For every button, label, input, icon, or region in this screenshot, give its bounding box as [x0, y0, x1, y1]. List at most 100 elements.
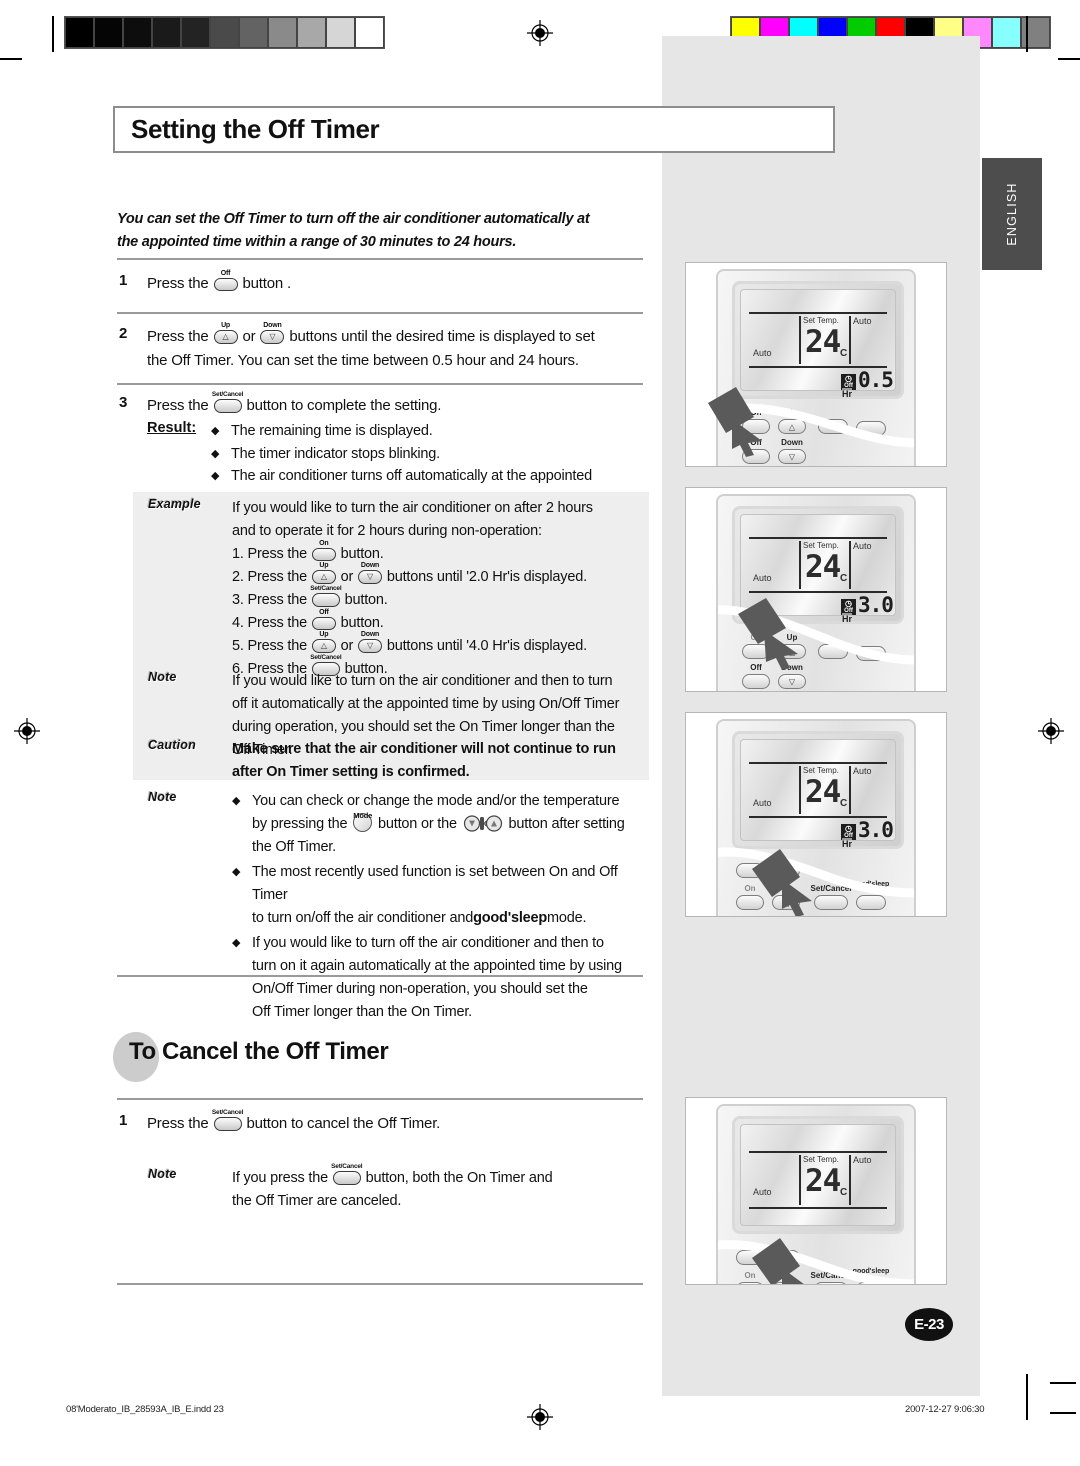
- color-swatch: [210, 17, 239, 48]
- divider-1: [117, 258, 643, 260]
- cancel-note-line-1: If you press the Set/Cancel button, both…: [232, 1163, 553, 1186]
- lcd-3-temp: 24: [805, 774, 841, 810]
- step-2-line-2: the Off Timer. You can set the time betw…: [147, 352, 579, 369]
- lcd-1-temp: 24: [805, 324, 841, 360]
- top-button-4a[interactable]: [736, 1250, 764, 1265]
- cancel-step-1: 1 Press the Set/Cancel button to cancel …: [119, 1109, 639, 1136]
- crop-tick-right-low: [1058, 58, 1080, 60]
- color-swatch: [123, 17, 152, 48]
- remote-control-3: Set Temp. Auto Auto 24 C ◷ Off 3.0 Hr On …: [716, 719, 916, 916]
- on-button-1[interactable]: On: [742, 408, 770, 434]
- example-item-1: 1. Press the On button.: [232, 540, 384, 562]
- lcd-3-auto-left: Auto: [753, 798, 772, 808]
- remote-control-4: Set Temp. Auto Auto 24 C On △ Set/Cancel…: [716, 1104, 916, 1284]
- lcd-1-timer: ◷ Off 0.5 Hr: [841, 370, 894, 399]
- off-button-icon: Off: [213, 270, 238, 291]
- good-sleep-button-3[interactable]: good'sleep: [853, 881, 889, 910]
- step-1-post: button .: [242, 275, 292, 292]
- off-button-2[interactable]: Off: [742, 663, 770, 689]
- step-2: 2 Press the Up △ or Down ▽ buttons until…: [119, 322, 649, 373]
- example-item-4: 4. Press the Off button.: [232, 609, 384, 631]
- example-item-5: 5. Press the Up △ or Down ▽ buttons until …: [232, 631, 587, 654]
- example-tag: Example: [148, 497, 201, 511]
- top-button-3a[interactable]: [736, 863, 764, 878]
- result-item: ◆ The remaining time is displayed.: [211, 420, 592, 443]
- diamond-bullet-icon: ◆: [211, 470, 220, 482]
- cancel-step-post: button to cancel the Off Timer.: [246, 1115, 441, 1132]
- crop-tick-right-b: [1050, 1412, 1076, 1414]
- color-swatch: [65, 17, 94, 48]
- up-button-2[interactable]: Up △: [778, 633, 806, 659]
- up-button-4[interactable]: △: [772, 1282, 800, 1284]
- color-swatch: [239, 17, 268, 48]
- diamond-bullet-icon: ◆: [232, 795, 241, 807]
- color-swatch: [326, 17, 355, 48]
- language-tab: ENGLISH: [982, 158, 1042, 270]
- crop-tick-right-a: [1050, 1382, 1076, 1384]
- top-button-3b[interactable]: [772, 863, 800, 878]
- off-button-icon: Off: [311, 609, 336, 630]
- set-cancel-button-icon: Set/Cancel: [331, 1163, 363, 1185]
- step-3-pre: Press the: [147, 397, 209, 414]
- extra-button-2a[interactable]: [818, 644, 848, 659]
- step-2-number: 2: [119, 325, 128, 342]
- color-swatch: [268, 17, 297, 48]
- intro-line-2: the appointed time within a range of 30 …: [117, 234, 517, 250]
- on-button-3[interactable]: On: [736, 884, 764, 910]
- color-swatch: [152, 17, 181, 48]
- remote-control-2: Set Temp. Auto Auto 24 C ◷ Off 3.0 Hr On …: [716, 494, 916, 691]
- divider-2: [117, 312, 643, 314]
- goodsleep-label: good'sleep: [473, 910, 548, 926]
- divider-6: [117, 1283, 643, 1285]
- up-button-1[interactable]: Up △: [778, 408, 806, 434]
- cancel-note-tag: Note: [148, 1167, 177, 1181]
- extra-button-1b[interactable]: [856, 421, 886, 436]
- language-tab-label: ENGLISH: [1005, 182, 1019, 246]
- set-cancel-button-icon: Set/Cancel: [212, 391, 243, 413]
- set-cancel-button-icon: Set/Cancel: [212, 1109, 243, 1131]
- up-button-3[interactable]: △: [772, 895, 800, 910]
- lcd-screen-1: Set Temp. Auto Auto 24 C ◷ Off 0.5 Hr: [740, 289, 896, 399]
- lcd-3-auto-top: Auto: [853, 766, 872, 776]
- step-1-pre: Press the: [147, 275, 209, 292]
- lcd-screen-3: Set Temp. Auto Auto 24 C ◷ Off 3.0 Hr: [740, 739, 896, 849]
- lcd-1-timer-unit: Hr: [842, 388, 853, 399]
- intro-paragraph: You can set the Off Timer to turn off th…: [117, 208, 637, 254]
- cancel-step-number: 1: [119, 1112, 128, 1129]
- on-button-4[interactable]: On: [736, 1271, 764, 1284]
- color-swatch: [181, 17, 210, 48]
- down-button-icon: Down ▽: [358, 562, 383, 584]
- good-sleep-button-4[interactable]: good'sleep: [853, 1268, 889, 1284]
- note-2-b2-line2a: to turn on/off the air conditioner and: [252, 910, 474, 926]
- down-button-1[interactable]: Down ▽: [778, 438, 806, 464]
- color-swatch: [355, 17, 384, 48]
- page-number-badge: E-23: [905, 1308, 953, 1341]
- grayscale-colorbar: [64, 16, 385, 49]
- illustration-panel-3: Set Temp. Auto Auto 24 C ◷ Off 3.0 Hr On …: [685, 712, 947, 917]
- lcd-2-timer-unit: Hr: [842, 613, 853, 624]
- button-pad-2: On Up △ Off Down ▽: [728, 626, 906, 691]
- lcd-3-timer-unit: Hr: [842, 838, 853, 849]
- set-cancel-button-icon: Set/Cancel: [310, 585, 342, 607]
- set-cancel-button-4[interactable]: Set/Cancel: [811, 1271, 851, 1284]
- lcd-frame-1: Set Temp. Auto Auto 24 C ◷ Off 0.5 Hr: [732, 281, 904, 399]
- power-temp-button-icon: [463, 815, 503, 832]
- crop-tick-left-top: [52, 16, 54, 52]
- lcd-1-auto-left: Auto: [753, 348, 772, 358]
- result-item: ◆ The air conditioner turns off automatic…: [211, 465, 592, 488]
- set-cancel-button-3[interactable]: Set/Cancel: [811, 884, 851, 910]
- top-button-4b[interactable]: [772, 1250, 800, 1265]
- button-pad-3: On △ Set/Cancel good'sleep: [728, 851, 906, 916]
- extra-button-2b[interactable]: [856, 646, 886, 661]
- note-1-line-1: If you would like to turn on the air con…: [232, 673, 613, 689]
- down-button-2[interactable]: Down ▽: [778, 663, 806, 689]
- divider-4: [117, 975, 643, 977]
- note-2-tag: Note: [148, 790, 177, 804]
- on-button-2[interactable]: On: [742, 633, 770, 659]
- off-button-1[interactable]: Off: [742, 438, 770, 464]
- lcd-2-unit: C: [840, 573, 848, 584]
- note-2-b2-line1: The most recently used function is set b…: [252, 864, 618, 903]
- extra-button-1a[interactable]: [818, 419, 848, 434]
- illustration-panel-2: Set Temp. Auto Auto 24 C ◷ Off 3.0 Hr On …: [685, 487, 947, 692]
- caution-tag: Caution: [148, 738, 196, 752]
